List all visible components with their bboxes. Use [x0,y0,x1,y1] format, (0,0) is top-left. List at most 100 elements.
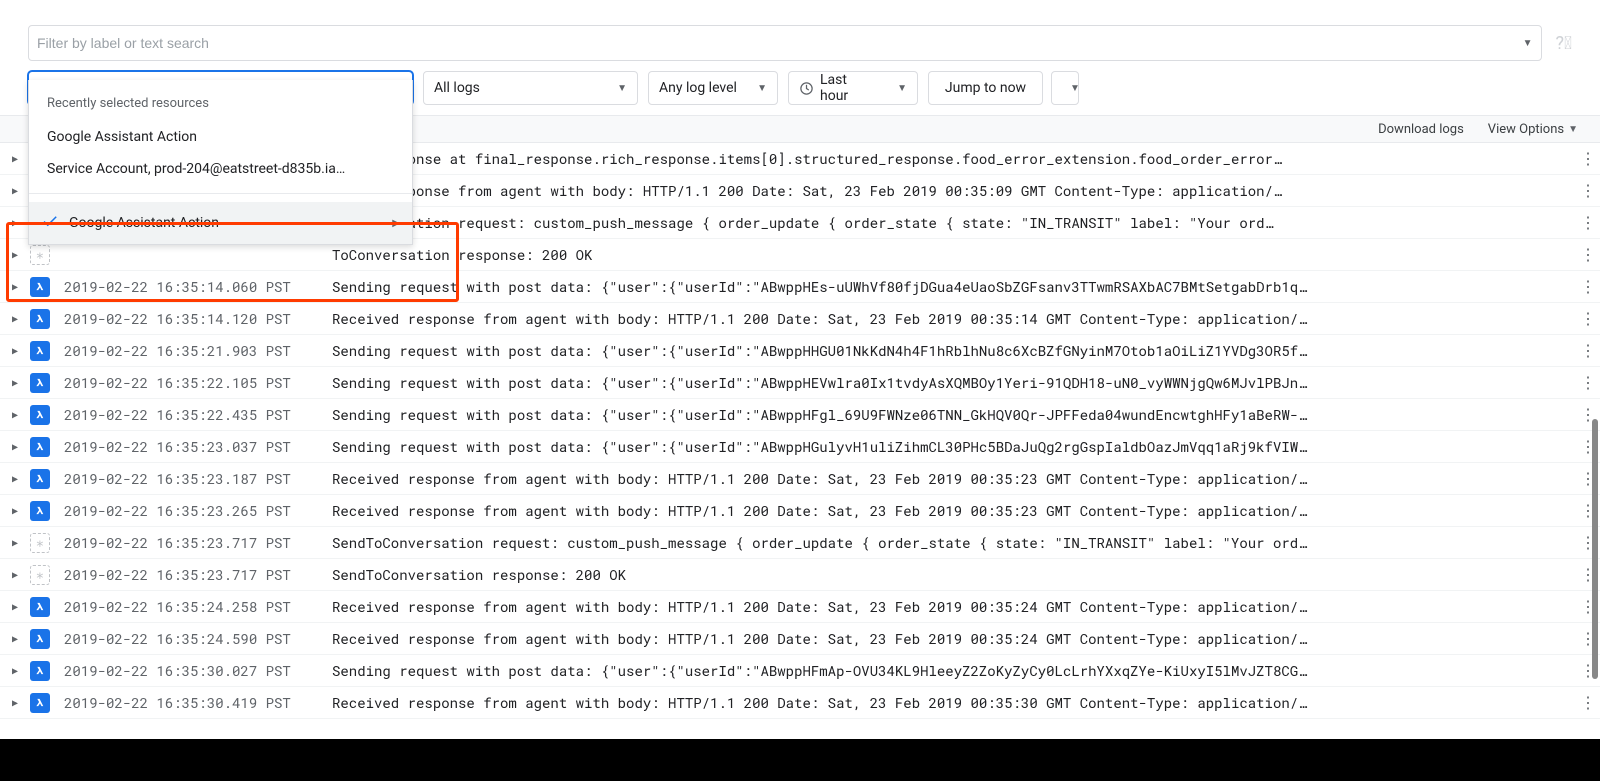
expand-icon[interactable]: ▶ [0,408,30,421]
logs-label: All logs [434,80,480,96]
log-timestamp: 2019-02-22 16:35:22.435 PST [64,405,332,424]
timerange-label: Last hour [820,72,871,104]
log-row[interactable]: ▶2019-02-22 16:35:23.265 PSTReceived res… [0,495,1600,527]
expand-icon[interactable]: ▶ [0,152,30,165]
expand-icon[interactable]: ▶ [0,632,30,645]
expand-icon[interactable]: ▶ [0,280,30,293]
log-message: ToConversation request: custom_push_mess… [332,213,1576,232]
log-row[interactable]: ▶2019-02-22 16:35:30.027 PSTSending requ… [0,655,1600,687]
log-message: eived response from agent with body: HTT… [332,181,1576,200]
jump-options-button[interactable]: ▼ [1051,71,1079,105]
log-message: Received response from agent with body: … [332,469,1576,488]
view-options-button[interactable]: View Options ▼ [1476,122,1590,137]
divider [29,193,412,194]
log-row[interactable]: ▶2019-02-22 16:35:14.060 PSTSending requ… [0,271,1600,303]
log-row[interactable]: ▶2019-02-22 16:35:22.435 PSTSending requ… [0,399,1600,431]
lambda-icon [30,437,50,457]
lambda-icon [30,501,50,521]
lambda-icon [30,373,50,393]
expand-icon[interactable]: ▶ [0,344,30,357]
caret-icon: ▼ [1568,124,1578,135]
log-timestamp: 2019-02-22 16:35:21.903 PST [64,341,332,360]
popup-recent-item[interactable]: Service Account, prod-204@eatstreet-d835… [29,153,412,185]
log-message: …rmedResponse at final_response.rich_res… [332,149,1576,168]
logs-selector[interactable]: All logs ▼ [423,71,638,105]
row-more-icon[interactable]: ⋮ [1576,212,1600,233]
filter-input-container[interactable]: ▼ [28,25,1542,61]
log-row[interactable]: ▶∗2019-02-22 16:35:23.717 PSTSendToConve… [0,559,1600,591]
log-timestamp: 2019-02-22 16:35:23.717 PST [64,533,332,552]
log-timestamp: 2019-02-22 16:35:30.419 PST [64,693,332,712]
log-message: ToConversation response: 200 OK [332,245,1576,264]
timerange-selector[interactable]: Last hour ▼ [788,71,918,105]
check-icon [41,212,59,234]
caret-icon: ▼ [757,83,767,94]
log-message: Received response from agent with body: … [332,693,1576,712]
expand-icon[interactable]: ▶ [0,536,30,549]
log-message: Sending request with post data: {"user":… [332,437,1576,456]
expand-icon[interactable]: ▶ [0,696,30,709]
download-logs-button[interactable]: Download logs [1366,122,1476,137]
caret-icon: ▼ [1070,83,1080,94]
row-more-icon[interactable]: ⋮ [1576,180,1600,201]
log-message: Received response from agent with body: … [332,597,1576,616]
log-message: Sending request with post data: {"user":… [332,661,1576,680]
expand-icon[interactable]: ▶ [0,664,30,677]
log-row[interactable]: ▶2019-02-22 16:35:23.037 PSTSending requ… [0,431,1600,463]
log-timestamp: 2019-02-22 16:35:23.265 PST [64,501,332,520]
expand-icon[interactable]: ▶ [0,472,30,485]
log-row[interactable]: ▶2019-02-22 16:35:23.187 PSTReceived res… [0,463,1600,495]
lambda-icon [30,341,50,361]
clock-icon [799,81,814,96]
caret-icon: ▼ [897,83,907,94]
row-more-icon[interactable]: ⋮ [1576,148,1600,169]
log-row[interactable]: ▶2019-02-22 16:35:24.258 PSTReceived res… [0,591,1600,623]
log-timestamp: 2019-02-22 16:35:24.590 PST [64,629,332,648]
log-row[interactable]: ▶2019-02-22 16:35:22.105 PSTSending requ… [0,367,1600,399]
popup-recent-item[interactable]: Google Assistant Action [29,121,412,153]
expand-icon[interactable]: ▶ [0,504,30,517]
row-more-icon[interactable]: ⋮ [1576,340,1600,361]
loglevel-label: Any log level [659,80,737,96]
expand-icon[interactable]: ▶ [0,248,30,261]
scrollbar-thumb[interactable] [1592,419,1598,679]
log-timestamp: 2019-02-22 16:35:14.120 PST [64,309,332,328]
expand-icon[interactable]: ▶ [0,600,30,613]
row-more-icon[interactable]: ⋮ [1576,276,1600,297]
log-row[interactable]: ▶∗ 2019-02-22 16:35:23.717 PSTSendToConve… [0,527,1600,559]
log-message: SendToConversation request: custom_push_… [332,533,1576,552]
expand-icon[interactable]: ▶ [0,184,30,197]
filter-input[interactable] [37,35,1519,51]
lambda-icon [30,309,50,329]
expand-icon[interactable]: ▶ [0,568,30,581]
log-row[interactable]: ▶ 2019-02-22 16:35:30.419 PSTReceived res… [0,687,1600,719]
jump-to-now-button[interactable]: Jump to now [928,71,1043,105]
lambda-icon [30,597,50,617]
popup-selected-item[interactable]: Google Assistant Action ▶ [29,202,412,244]
expand-icon[interactable]: ▶ [0,216,30,229]
expand-icon[interactable]: ▶ [0,312,30,325]
expand-icon[interactable]: ▶ [0,376,30,389]
loglevel-selector[interactable]: Any log level ▼ [648,71,778,105]
resource-dropdown-popup: Recently selected resources Google Assis… [28,80,413,245]
popup-selected-label: Google Assistant Action [69,215,219,231]
log-row[interactable]: ▶2019-02-22 16:35:24.590 PSTReceived res… [0,623,1600,655]
default-severity-icon: ∗ [30,533,50,553]
row-more-icon[interactable]: ⋮ [1576,372,1600,393]
log-row[interactable]: ▶2019-02-22 16:35:14.120 PSTReceived res… [0,303,1600,335]
row-more-icon[interactable]: ⋮ [1576,244,1600,265]
chevron-right-icon: ▶ [392,218,400,229]
lambda-icon [30,277,50,297]
expand-icon[interactable]: ▶ [0,440,30,453]
default-severity-icon: ∗ [30,245,50,265]
filter-dropdown-icon[interactable]: ▼ [1523,38,1533,49]
bottom-bar [0,739,1600,781]
help-icon[interactable]: ?⃝ [1556,33,1573,54]
caret-icon: ▼ [617,83,627,94]
row-more-icon[interactable]: ⋮ [1576,308,1600,329]
log-timestamp: 2019-02-22 16:35:23.717 PST [64,565,332,584]
row-more-icon[interactable]: ⋮ [1576,692,1600,713]
log-row[interactable]: ▶2019-02-22 16:35:21.903 PSTSending requ… [0,335,1600,367]
log-timestamp: 2019-02-22 16:35:14.060 PST [64,277,332,296]
log-timestamp: 2019-02-22 16:35:22.105 PST [64,373,332,392]
